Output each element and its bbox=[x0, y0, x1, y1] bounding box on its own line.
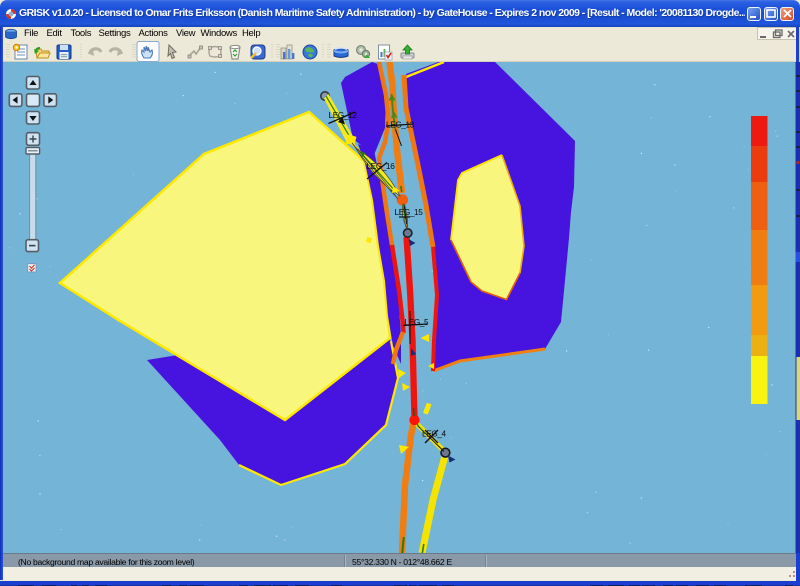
svg-text:LEG_5: LEG_5 bbox=[405, 318, 430, 327]
svg-text:LEG_16: LEG_16 bbox=[367, 162, 396, 171]
svg-text:LEG_15: LEG_15 bbox=[395, 208, 424, 217]
svg-text:LEG_4: LEG_4 bbox=[422, 430, 447, 439]
svg-text:LEG_13: LEG_13 bbox=[386, 121, 415, 130]
svg-text:LEG_12: LEG_12 bbox=[329, 111, 358, 120]
